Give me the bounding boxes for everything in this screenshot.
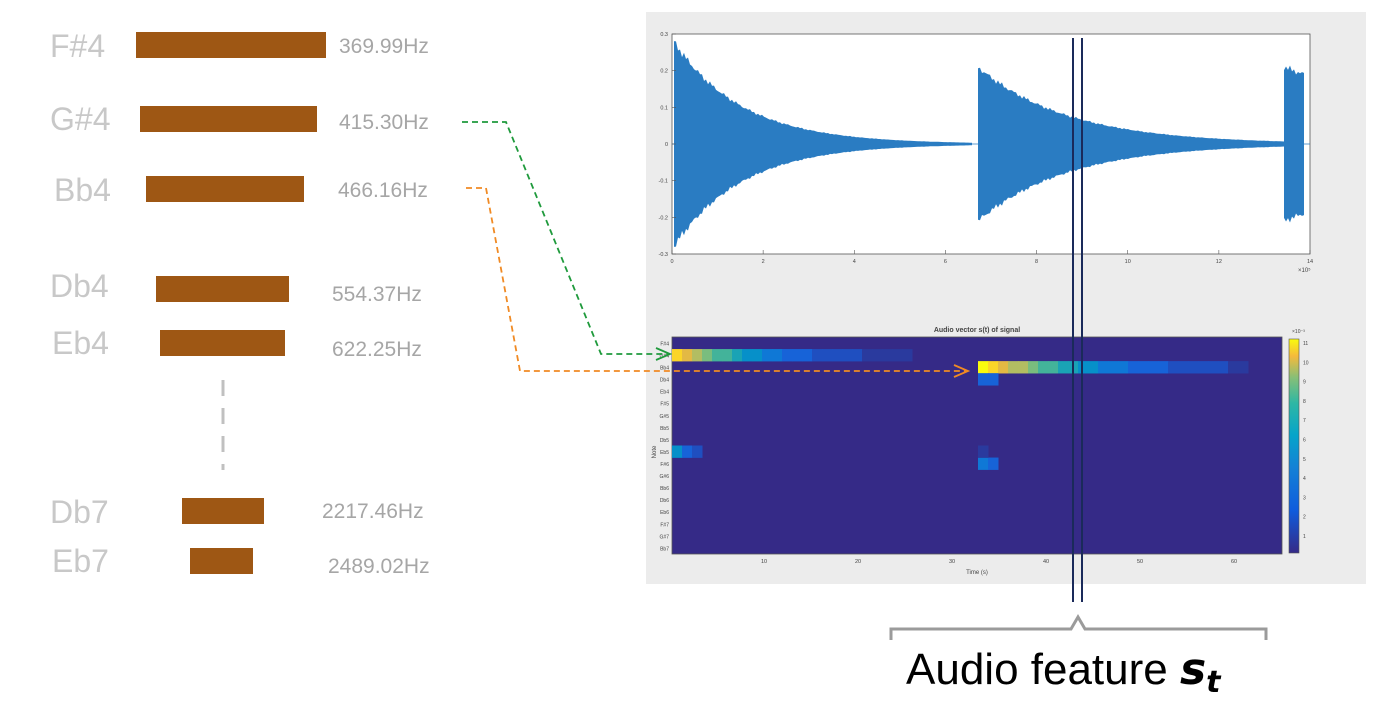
green-link-arrow (462, 121, 668, 355)
caption-symbol: s (1179, 644, 1207, 695)
caption-text: Audio feature (906, 645, 1180, 694)
orange-link-arrow (466, 187, 966, 372)
curly-brace (889, 614, 1268, 640)
audio-feature-caption: Audio feature st (906, 644, 1221, 700)
annotation-overlay (221, 38, 1268, 640)
caption-subscript: t (1206, 665, 1221, 700)
